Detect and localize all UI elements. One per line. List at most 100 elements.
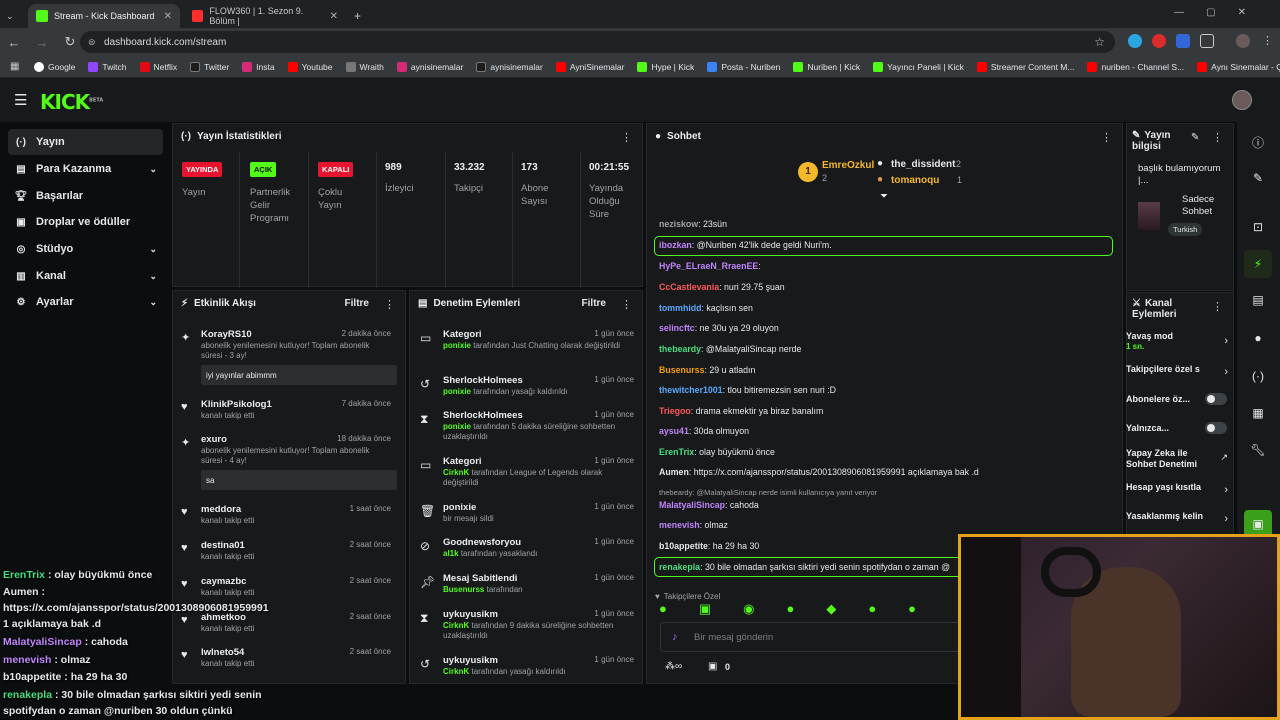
forward-icon[interactable]: →: [28, 35, 56, 50]
avatar[interactable]: [1232, 90, 1252, 110]
menu-hamburger-icon[interactable]: ☰: [14, 91, 27, 109]
more-options-icon[interactable]: ⋮: [1212, 300, 1223, 313]
chat-message: Triegoo: drama ekmektir ya biraz banalım: [659, 406, 823, 416]
bookmark-insta[interactable]: Insta: [242, 61, 275, 72]
emote-only-toggle[interactable]: [1205, 422, 1227, 434]
chat-username[interactable]: ibozkan: [659, 240, 692, 250]
bookmark-channel-studio[interactable]: nuriben - Channel S...: [1087, 61, 1184, 72]
bookmark-nuriben-kick[interactable]: Nuriben | Kick: [793, 61, 860, 72]
apps-grid-icon[interactable]: ▦: [10, 61, 19, 72]
wrench-icon[interactable]: 🔧︎: [1244, 436, 1272, 464]
chat-username[interactable]: HyPe_ELraeN_RraenEE: [659, 261, 758, 271]
window-controls[interactable]: —▢✕: [1174, 7, 1268, 18]
sidebar-item-ayarlar[interactable]: ⚙ Ayarlar ⌄: [8, 289, 163, 315]
chat-username[interactable]: renakepla: [659, 562, 700, 572]
kick-logo[interactable]: KICKBETA: [40, 90, 103, 114]
filter-button[interactable]: Filtre: [345, 298, 369, 309]
extension-icon[interactable]: [1152, 34, 1166, 48]
sidebar-item-kanal[interactable]: ▥ Kanal ⌄: [8, 263, 163, 289]
action-followers-only[interactable]: Takipçilere özel s ›: [1126, 364, 1230, 375]
collapse-icon[interactable]: ⏷: [880, 191, 888, 202]
bookmark-twitch[interactable]: Twitch: [88, 61, 127, 72]
sidebar-item-yayin[interactable]: (·) Yayın: [8, 129, 163, 155]
broadcast-icon[interactable]: (·): [1244, 362, 1272, 390]
bookmark-yayinci-paneli[interactable]: Yayıncı Paneli | Kick: [873, 61, 964, 72]
action-slow-mode[interactable]: Yavaş mod 1 sn. ›: [1126, 331, 1230, 351]
browser-menu-icon[interactable]: ⋮: [1262, 34, 1273, 47]
bookmark-star-icon[interactable]: ☆: [1094, 35, 1105, 49]
more-options-icon[interactable]: ⋮: [1101, 131, 1112, 144]
filter-button[interactable]: Filtre: [582, 298, 606, 309]
bookmark-twitter[interactable]: Twitter: [190, 61, 229, 72]
edit-icon[interactable]: ✎: [1191, 132, 1199, 143]
chat-username[interactable]: tommhidd: [659, 303, 702, 313]
tab-close-icon[interactable]: ✕: [164, 11, 172, 22]
sidebar-item-para-kazanma[interactable]: ▤ Para Kazanma ⌄: [8, 156, 163, 182]
sidebar-item-droplar[interactable]: ▣ Droplar ve ödüller: [8, 209, 163, 235]
sidebar-item-basarilar[interactable]: 🏆︎ Başarılar: [8, 183, 163, 209]
more-options-icon[interactable]: ⋮: [621, 298, 632, 311]
tab-flow360[interactable]: FLOW360 | 1. Sezon 9. Bölüm | ✕: [184, 4, 346, 28]
more-options-icon[interactable]: ⋮: [621, 131, 632, 144]
new-tab-button[interactable]: +: [346, 4, 364, 28]
bookmark-google[interactable]: Google: [34, 61, 75, 72]
chat-username[interactable]: neziskow: [659, 219, 698, 229]
chat-username[interactable]: Aumen: [659, 467, 689, 477]
shield-extension-icon[interactable]: [1176, 34, 1190, 48]
action-account-age[interactable]: Hesap yaşı kısıtla ›: [1126, 482, 1230, 496]
action-ai-moderation[interactable]: Yapay Zeka ile Sohbet Denetimi ↗: [1126, 448, 1230, 470]
chat-username[interactable]: MalatyaliSincap: [659, 500, 725, 510]
more-options-icon[interactable]: ⋮: [1212, 131, 1223, 144]
unban-icon: ↺: [420, 377, 431, 391]
microphone-icon[interactable]: ♪: [672, 631, 678, 643]
subscribers-only-toggle[interactable]: [1205, 393, 1227, 405]
bookmark-streamer-content[interactable]: Streamer Content M...: [976, 61, 1074, 72]
chat-username[interactable]: menevish: [659, 520, 700, 530]
chat-bubble-icon[interactable]: ●: [1244, 324, 1272, 352]
tab-kick-dashboard[interactable]: Stream - Kick Dashboard ✕: [28, 4, 180, 28]
lightning-icon[interactable]: ⚡︎: [1244, 250, 1272, 278]
bookmark-aynisinemalar-insta[interactable]: aynisinemalar: [396, 61, 463, 72]
chat-username[interactable]: Busenurss: [659, 365, 704, 375]
bookmark-hype-kick[interactable]: Hype | Kick: [637, 61, 694, 72]
info-icon[interactable]: ⓘ: [1244, 128, 1272, 156]
gift-icon[interactable]: ▣: [708, 661, 717, 672]
chat-username[interactable]: Triegoo: [659, 406, 691, 416]
kick-favicon-icon: [36, 10, 48, 22]
bookmark-youtube[interactable]: Youtube: [287, 61, 333, 72]
back-icon[interactable]: ←: [0, 35, 28, 50]
channel-points-icon[interactable]: ⁂∞: [665, 661, 682, 672]
chat-username[interactable]: selincftc: [659, 323, 695, 333]
chat-username[interactable]: b10appetite: [659, 541, 708, 551]
event-message: sa: [201, 470, 397, 490]
edit-icon[interactable]: ✎: [1244, 164, 1272, 192]
action-banned-words[interactable]: Yasaklanmış kelin ›: [1126, 511, 1230, 525]
bookmark-posta[interactable]: Posta - Nuriben: [707, 61, 780, 72]
tab-close-icon[interactable]: ✕: [330, 11, 338, 22]
chat-username[interactable]: ErenTrix: [659, 447, 694, 457]
chat-username[interactable]: aysu41: [659, 426, 689, 436]
layout-icon[interactable]: ▦: [1244, 399, 1272, 427]
bookmark-ayni-sinemalar[interactable]: Aynı Sinemalar - Ça...: [1197, 61, 1280, 72]
extensions-puzzle-icon[interactable]: [1200, 34, 1214, 48]
leader-name[interactable]: the_dissident: [891, 159, 955, 170]
site-info-icon[interactable]: ⊜: [88, 37, 96, 48]
clipboard-icon[interactable]: ▤: [1244, 286, 1272, 314]
leader-name[interactable]: EmreOzkul: [822, 160, 874, 171]
sidebar-item-studyo[interactable]: ◎ Stüdyo ⌄: [8, 236, 163, 262]
profile-avatar-icon[interactable]: [1236, 34, 1250, 48]
bookmark-netflix[interactable]: Netflix: [139, 61, 177, 72]
more-options-icon[interactable]: ⋮: [384, 298, 395, 311]
url-input[interactable]: ⊜ dashboard.kick.com/stream ☆: [80, 31, 1115, 53]
emote-row[interactable]: ●▣◉●◆●●: [659, 601, 948, 617]
bookmark-aynisinemalar-x[interactable]: aynisinemalar: [476, 61, 543, 72]
screen-icon[interactable]: ⊡: [1244, 213, 1272, 241]
bookmark-aynisinemalar-yt[interactable]: AyniSinemalar: [555, 61, 624, 72]
tab-search-button[interactable]: ⌄: [2, 4, 22, 28]
chat-username[interactable]: CcCastlevania: [659, 282, 719, 292]
bookmark-wraith[interactable]: Wraith: [345, 61, 384, 72]
extension-icon[interactable]: [1128, 34, 1142, 48]
chat-username[interactable]: thewitcher1001: [659, 385, 723, 395]
chat-username[interactable]: thebeardy: [659, 344, 701, 354]
leader-name[interactable]: tomanoqu: [891, 175, 939, 186]
